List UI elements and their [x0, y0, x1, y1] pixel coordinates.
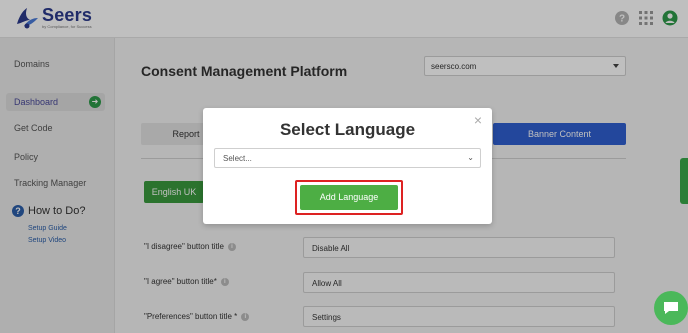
close-icon[interactable]: × [472, 113, 484, 127]
add-language-highlight: Add Language [295, 180, 403, 215]
language-select-placeholder: Select... [223, 154, 252, 163]
chat-button[interactable] [654, 291, 688, 325]
chevron-down-icon: ⌄ [467, 153, 474, 162]
select-language-modal: Select Language × Select... ⌄ Add Langua… [203, 108, 492, 224]
modal-title: Select Language [279, 120, 416, 139]
chat-icon [664, 302, 678, 314]
add-language-button[interactable]: Add Language [300, 185, 398, 210]
language-select[interactable]: Select... ⌄ [214, 148, 481, 168]
